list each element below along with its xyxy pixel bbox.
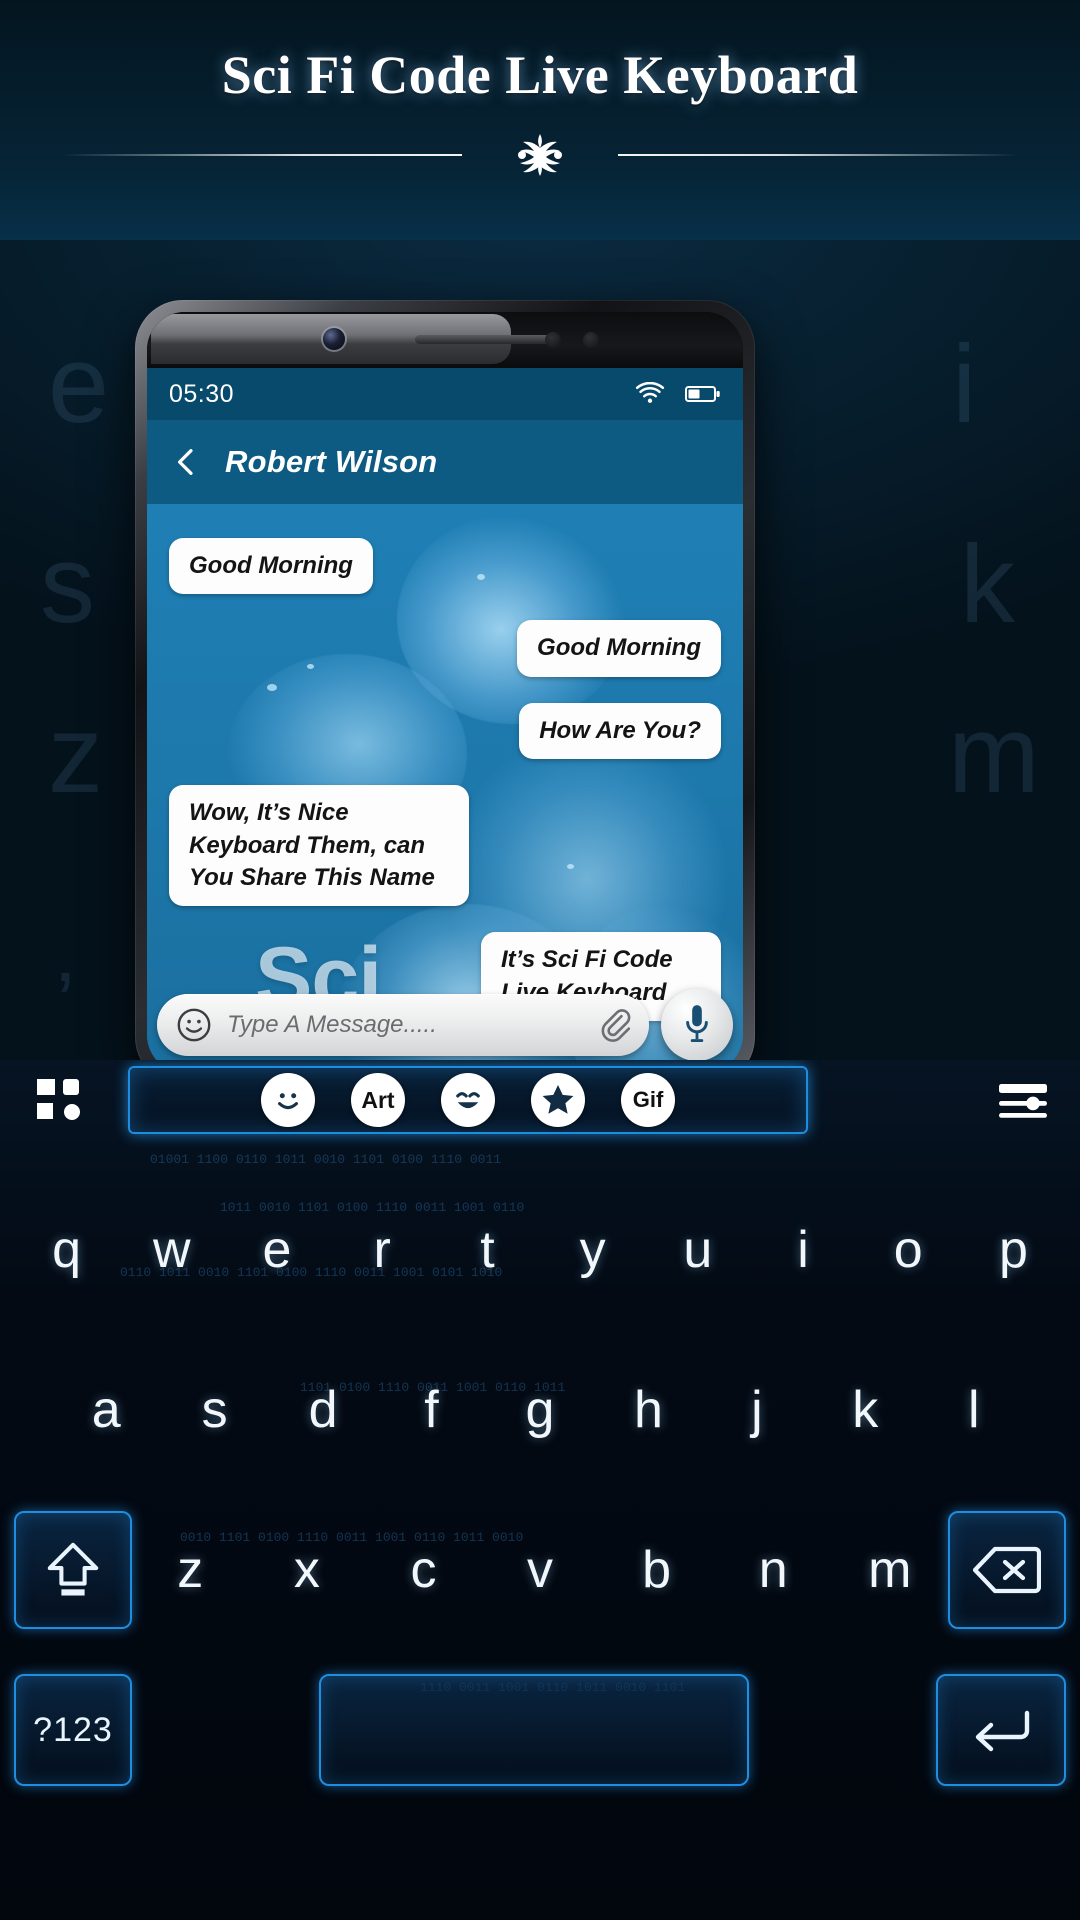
- star-icon: [537, 1079, 579, 1121]
- keyboard-row-2: a s d f g h j k l: [0, 1330, 1080, 1490]
- key-w[interactable]: w: [119, 1170, 224, 1330]
- message-bubble-outgoing: How Are You?: [519, 702, 721, 760]
- key-n[interactable]: n: [715, 1490, 832, 1650]
- smiley-icon[interactable]: [175, 1006, 213, 1044]
- keyboard-row-3: z x c v b n m: [0, 1490, 1080, 1650]
- key-v[interactable]: v: [482, 1490, 599, 1650]
- matrix-code-texture: 01001 1100 0110 1011 0010 1101 0100 1110…: [150, 1152, 502, 1167]
- wifi-icon: [635, 382, 665, 403]
- contact-name: Robert Wilson: [225, 444, 438, 479]
- key-a[interactable]: a: [52, 1330, 160, 1490]
- phone-mockup: 05:30 Robert Wilson Sci Good Morning Goo…: [135, 300, 755, 1085]
- bg-letter-quote: ’: [56, 955, 75, 1049]
- apps-grid-icon: [37, 1079, 80, 1120]
- gif-chip[interactable]: Gif: [621, 1073, 675, 1127]
- status-icons: [635, 382, 721, 406]
- message-input-placeholder[interactable]: Type A Message.....: [227, 1011, 583, 1039]
- keyboard-row-4: ?123: [0, 1650, 1080, 1810]
- keyboard-toolbar-chips: Art Gif: [128, 1066, 808, 1134]
- bg-letter-s: s: [40, 523, 95, 646]
- key-h[interactable]: h: [594, 1330, 702, 1490]
- message-row: Good Morning: [169, 538, 721, 595]
- front-camera-icon: [323, 328, 345, 350]
- key-k[interactable]: k: [811, 1330, 919, 1490]
- app-root: e i s k z m ’ Art Gif Sci Fi Code Live K…: [0, 0, 1080, 1920]
- keyboard-row-1: q w e r t y u i o p: [0, 1170, 1080, 1330]
- smiley-icon: [268, 1080, 308, 1120]
- message-row: Wow, It’s Nice Keyboard Them, can You Sh…: [169, 785, 721, 907]
- key-t[interactable]: t: [435, 1170, 540, 1330]
- light-sensor-icon: [583, 332, 599, 348]
- key-y[interactable]: y: [540, 1170, 645, 1330]
- bg-letter-z: z: [48, 693, 103, 816]
- chat-body[interactable]: Sci Good Morning Good Morning How Are Yo…: [147, 504, 743, 1073]
- shift-up-arrow-icon: [47, 1542, 99, 1596]
- key-l[interactable]: l: [920, 1330, 1028, 1490]
- bg-letter-m: m: [948, 693, 1040, 816]
- grin-icon: [448, 1080, 488, 1120]
- key-e[interactable]: e: [224, 1170, 329, 1330]
- phone-screen-frame: 05:30 Robert Wilson Sci Good Morning Goo…: [147, 312, 743, 1073]
- key-p[interactable]: p: [961, 1170, 1066, 1330]
- key-i[interactable]: i: [750, 1170, 855, 1330]
- bg-letter-i: i: [952, 323, 977, 446]
- key-u[interactable]: u: [645, 1170, 750, 1330]
- back-chevron-icon[interactable]: [169, 445, 203, 479]
- page-title: Sci Fi Code Live Keyboard: [221, 45, 859, 105]
- keyboard-settings-button[interactable]: [992, 1076, 1054, 1126]
- key-d[interactable]: d: [269, 1330, 377, 1490]
- backspace-key[interactable]: [948, 1511, 1067, 1629]
- key-o[interactable]: o: [856, 1170, 961, 1330]
- message-bubble-incoming: Good Morning: [169, 538, 373, 595]
- phone-screen: 05:30 Robert Wilson Sci Good Morning Goo…: [147, 368, 743, 1073]
- message-input-field[interactable]: Type A Message.....: [157, 994, 649, 1056]
- bg-letter-k: k: [960, 523, 1015, 646]
- message-bubble-incoming: Wow, It’s Nice Keyboard Them, can You Sh…: [169, 785, 469, 907]
- key-r[interactable]: r: [330, 1170, 435, 1330]
- key-f[interactable]: f: [377, 1330, 485, 1490]
- enter-return-icon: [975, 1710, 1030, 1752]
- sticker-star-chip[interactable]: [531, 1073, 585, 1127]
- microphone-icon: [686, 1005, 708, 1042]
- phone-bezel-top: [147, 312, 743, 368]
- bg-letter-e: e: [48, 323, 110, 446]
- message-bubble-outgoing: Good Morning: [517, 620, 721, 677]
- enter-key[interactable]: [936, 1674, 1066, 1786]
- floral-divider-icon: [518, 134, 562, 176]
- backspace-delete-icon: [973, 1546, 1042, 1594]
- status-clock: 05:30: [169, 379, 235, 408]
- emoji-grin-chip[interactable]: [441, 1073, 495, 1127]
- message-row: Good Morning: [169, 620, 721, 677]
- key-s[interactable]: s: [160, 1330, 268, 1490]
- space-key[interactable]: [319, 1674, 749, 1786]
- keyboard-toolbar: Art Gif: [0, 1060, 1080, 1140]
- earpiece-speaker-icon: [415, 335, 560, 344]
- divider-line-left: [62, 154, 462, 156]
- voice-record-button[interactable]: [661, 989, 733, 1061]
- chat-header: Robert Wilson: [147, 420, 743, 504]
- status-bar: 05:30: [147, 368, 743, 420]
- message-row: How Are You?: [169, 702, 721, 760]
- shift-key[interactable]: [14, 1511, 132, 1629]
- apps-grid-button[interactable]: [30, 1074, 92, 1126]
- virtual-keyboard: 01001 1100 0110 1011 0010 1101 0100 1110…: [0, 1060, 1080, 1920]
- battery-icon: [685, 386, 720, 402]
- key-q[interactable]: q: [14, 1170, 119, 1330]
- key-c[interactable]: c: [365, 1490, 482, 1650]
- key-j[interactable]: j: [703, 1330, 811, 1490]
- key-z[interactable]: z: [132, 1490, 249, 1650]
- app-header: Sci Fi Code Live Keyboard: [0, 0, 1080, 240]
- key-b[interactable]: b: [598, 1490, 715, 1650]
- art-chip[interactable]: Art: [351, 1073, 405, 1127]
- key-m[interactable]: m: [831, 1490, 948, 1650]
- divider-line-right: [618, 154, 1018, 156]
- numeric-switch-key[interactable]: ?123: [14, 1674, 132, 1786]
- title-divider: [0, 132, 1080, 178]
- proximity-sensor-icon: [545, 332, 561, 348]
- key-x[interactable]: x: [249, 1490, 366, 1650]
- key-g[interactable]: g: [486, 1330, 594, 1490]
- emoji-smiley-chip[interactable]: [261, 1073, 315, 1127]
- paperclip-icon[interactable]: [597, 1006, 631, 1044]
- settings-slider-icon: [999, 1084, 1047, 1118]
